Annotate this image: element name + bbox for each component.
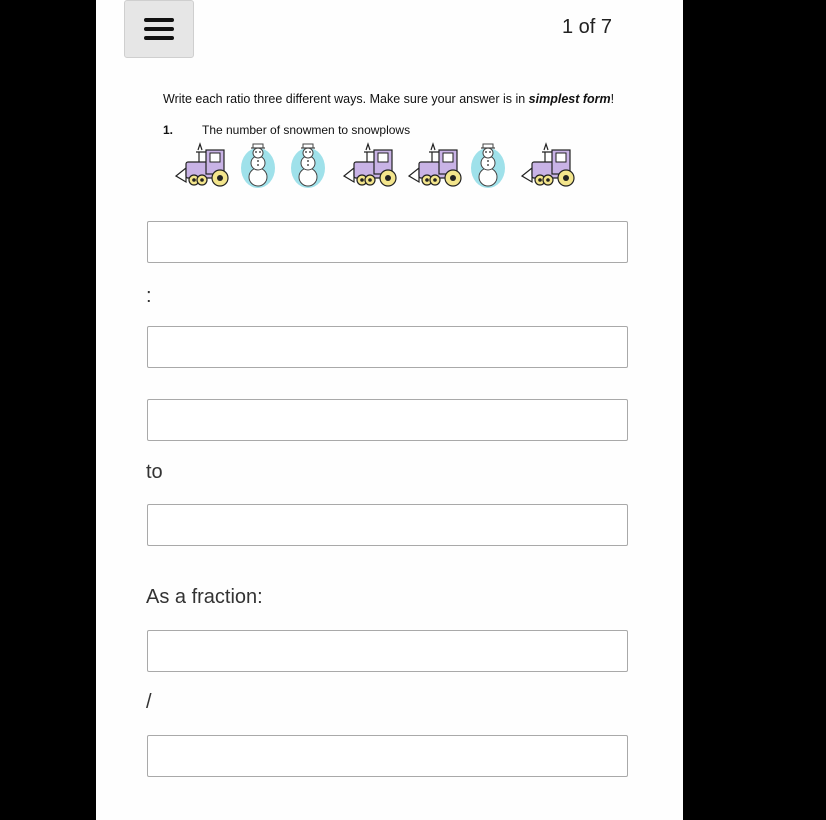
instructions-prefix: Write each ratio three different ways. M… — [163, 92, 529, 106]
page-indicator: 1 of 7 — [561, 16, 612, 38]
question-text: The number of snowmen to snowplows — [202, 123, 411, 137]
slash-label: / — [146, 691, 152, 713]
fraction-label: As a fraction: — [146, 586, 263, 608]
worksheet-page: 1 of 7 Write each ratio three different … — [96, 0, 683, 820]
snowman-icon — [291, 143, 325, 188]
snowplow-icon — [174, 142, 229, 187]
snowplow-icon — [520, 142, 575, 187]
snowplow-icon — [342, 142, 397, 187]
answer-field-2[interactable] — [147, 326, 628, 368]
instructions-emphasis: simplest form — [528, 92, 611, 106]
instructions-text: Write each ratio three different ways. M… — [163, 92, 614, 106]
ratio-picture-row — [172, 142, 592, 190]
answer-field-5[interactable] — [147, 630, 628, 672]
colon-label: : — [146, 285, 152, 307]
hamburger-menu-icon — [144, 18, 174, 40]
snowman-icon — [241, 143, 275, 188]
question-number: 1. — [163, 123, 174, 137]
instructions-suffix: ! — [610, 92, 615, 106]
answer-field-6[interactable] — [147, 735, 628, 777]
answer-field-3[interactable] — [147, 399, 628, 441]
answer-field-4[interactable] — [147, 504, 628, 546]
menu-button[interactable] — [124, 0, 194, 58]
snowman-icon — [471, 143, 505, 188]
to-label: to — [146, 461, 163, 483]
snowplow-icon — [407, 142, 462, 187]
answer-field-1[interactable] — [147, 221, 628, 263]
